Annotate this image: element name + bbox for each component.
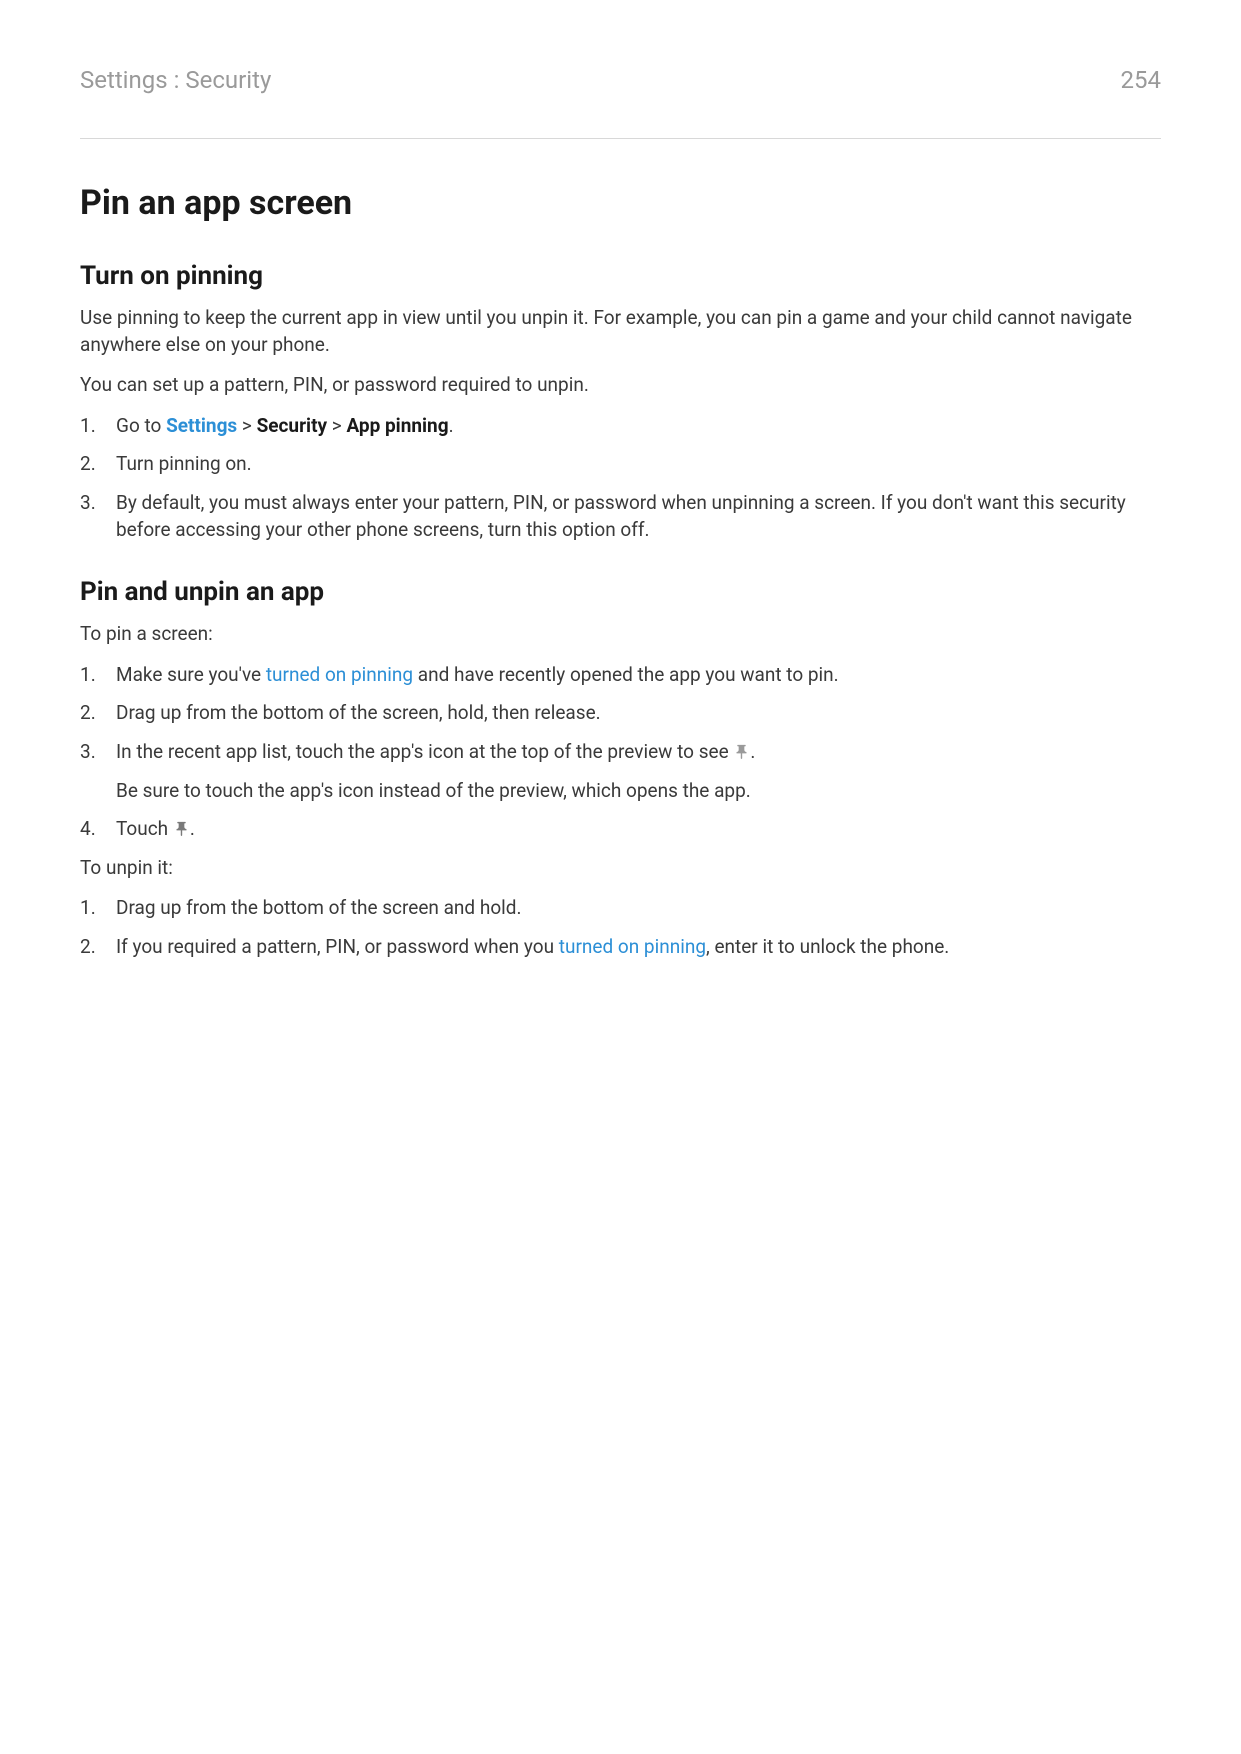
list-item: Touch . [80,816,1161,843]
page-number: 254 [1121,66,1161,94]
breadcrumb-item: Security [257,414,327,437]
steps-list: Go to Settings > Security > App pinning.… [80,413,1161,543]
settings-link[interactable]: Settings [166,414,237,437]
text: > [237,414,256,437]
page-title: Pin an app screen [80,183,1161,223]
paragraph: You can set up a pattern, PIN, or passwo… [80,372,1161,399]
list-item: Go to Settings > Security > App pinning. [80,413,1161,440]
list-item: If you required a pattern, PIN, or passw… [80,934,1161,961]
paragraph: Use pinning to keep the current app in v… [80,305,1161,358]
list-item: Make sure you've turned on pinning and h… [80,662,1161,689]
text: and have recently opened the app you wan… [413,663,839,686]
breadcrumb-item: App pinning [346,414,448,437]
list-item: Drag up from the bottom of the screen an… [80,895,1161,922]
steps-list-unpin: Drag up from the bottom of the screen an… [80,895,1161,960]
section-pin-unpin: Pin and unpin an app To pin a screen: Ma… [80,577,1161,960]
text: . [750,740,755,763]
section-turn-on-pinning: Turn on pinning Use pinning to keep the … [80,261,1161,543]
pin-icon [733,742,750,760]
list-item: In the recent app list, touch the app's … [80,739,1161,804]
text: Go to [116,414,166,437]
section-heading: Pin and unpin an app [80,577,1161,607]
text: , enter it to unlock the phone. [706,935,949,958]
text: Make sure you've [116,663,266,686]
section-heading: Turn on pinning [80,261,1161,291]
list-item: Drag up from the bottom of the screen, h… [80,700,1161,727]
paragraph: To unpin it: [80,855,1161,882]
list-item: Turn pinning on. [80,451,1161,478]
text: If you required a pattern, PIN, or passw… [116,935,559,958]
turned-on-pinning-link[interactable]: turned on pinning [559,935,706,958]
list-item: By default, you must always enter your p… [80,490,1161,543]
turned-on-pinning-link[interactable]: turned on pinning [266,663,413,686]
text: . [449,414,454,437]
page-header: Settings : Security 254 [80,66,1161,139]
breadcrumb: Settings : Security [80,66,271,94]
text: Touch [116,817,173,840]
pin-icon [173,819,190,837]
text: . [190,817,195,840]
text: > [327,414,346,437]
sub-text: Be sure to touch the app's icon instead … [116,778,1161,805]
steps-list-pin: Make sure you've turned on pinning and h… [80,662,1161,843]
text: In the recent app list, touch the app's … [116,740,733,763]
paragraph: To pin a screen: [80,621,1161,648]
